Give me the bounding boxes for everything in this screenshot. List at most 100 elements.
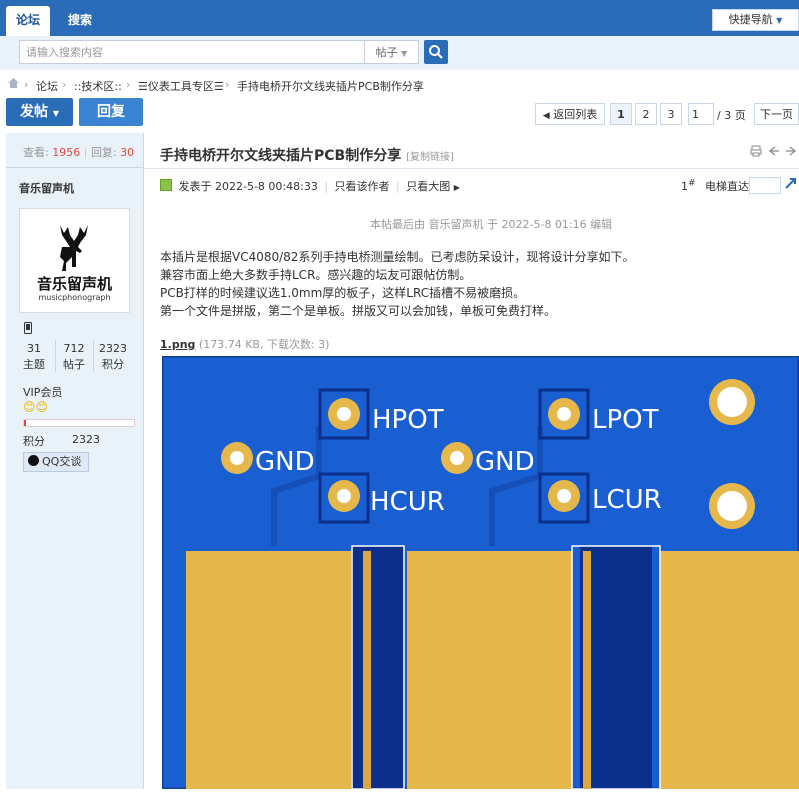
chevron-down-icon: ▼: [401, 49, 408, 58]
floor-jump: 1# 电梯直达: [681, 178, 749, 194]
breadcrumb-separator: ›: [225, 78, 230, 91]
penguin-icon: [28, 455, 39, 466]
breadcrumb-tech[interactable]: ::技术区::: [74, 78, 122, 94]
new-post-label: 发帖: [19, 104, 48, 120]
user-group[interactable]: VIP会员: [23, 384, 62, 400]
lcur-label: LCUR: [592, 485, 662, 515]
hcur-hole: [337, 489, 351, 503]
attachment-info: (173.74 KB, 下载次数: 3): [198, 338, 330, 351]
next-thread-icon[interactable]: [785, 145, 797, 160]
qq-chat-label: QQ交谈: [42, 455, 82, 468]
page-3-link[interactable]: 3: [660, 103, 682, 125]
breadcrumb-thread[interactable]: 手持电桥开尔文线夹插片PCB制作分享: [237, 78, 424, 94]
new-post-button[interactable]: 发帖 ▼: [6, 98, 73, 126]
mount-hole-2-center: [717, 491, 747, 521]
page-2-link[interactable]: 2: [635, 103, 657, 125]
page-1-link[interactable]: 1: [610, 103, 632, 125]
lpot-label: LPOT: [592, 405, 659, 435]
hcur-label: HCUR: [370, 487, 445, 517]
avatar[interactable]: 音乐留声机 musicphonograph: [19, 208, 130, 313]
quick-nav-label: 快捷导航: [728, 13, 773, 26]
pcb-image[interactable]: HPOT LPOT GND GND HCUR LCUR: [160, 354, 799, 791]
credits-label: 积分: [102, 358, 124, 371]
lpot-hole: [557, 407, 571, 421]
gold-pad-1: [186, 551, 351, 789]
chevron-down-icon: ▼: [52, 109, 60, 118]
replies-label: 回复:: [90, 146, 117, 159]
author-name[interactable]: 音乐留声机: [19, 180, 74, 196]
title-divider: [144, 168, 799, 169]
copy-link[interactable]: [复制链接]: [406, 152, 454, 163]
breadcrumb-separator: ›: [24, 78, 29, 91]
views-count: 1956: [52, 146, 81, 159]
hpot-label: HPOT: [372, 405, 444, 435]
mobile-icon: [24, 322, 32, 337]
gnd-hole-2: [450, 451, 464, 465]
back-to-list-button[interactable]: ◀ 返回列表: [535, 103, 605, 125]
page-jump-input[interactable]: 1: [688, 103, 714, 125]
page-total: / 3 页: [717, 109, 746, 122]
score-label: 积分: [23, 435, 45, 448]
views-label: 查看:: [23, 146, 49, 159]
attachment: 1.png (173.74 KB, 下载次数: 3): [160, 336, 329, 352]
chevron-left-icon: ◀: [542, 111, 550, 121]
chevron-down-icon: ▼: [776, 16, 783, 25]
search-icon: [429, 45, 443, 59]
breadcrumb-section-label: 仪表工具专区: [147, 80, 214, 93]
edit-note: 本帖最后由 音乐留声机 于 2022-5-8 01:16 编辑: [370, 218, 613, 231]
floor-mark: #: [688, 178, 696, 189]
logo-subtitle: musicphonograph: [38, 293, 111, 302]
topics-count[interactable]: 31: [14, 342, 54, 355]
post-line-2: 兼容市面上绝大多数手持LCR。感兴趣的坛友可跟帖仿制。: [160, 268, 472, 282]
home-icon[interactable]: [7, 77, 20, 92]
credits-count[interactable]: 2323: [93, 342, 133, 355]
only-big-images-link[interactable]: 只看大图: [406, 180, 450, 193]
search-scope-select[interactable]: 帖子 ▼: [365, 40, 419, 64]
search-scope-label: 帖子: [375, 46, 398, 59]
search-button[interactable]: [424, 40, 448, 64]
topics-label: 主题: [23, 358, 45, 371]
posts-count[interactable]: 712: [54, 342, 94, 355]
post-line-4: 第一个文件是拼版，第二个是单板。拼版又可以会加钱，单板可免费打样。: [160, 304, 557, 318]
floor-number: 1: [681, 180, 688, 193]
replies-count: 30: [120, 146, 135, 159]
floor-jump-input[interactable]: [749, 177, 781, 194]
only-author-link[interactable]: 只看该作者: [335, 180, 390, 193]
breadcrumb-separator: ›: [62, 78, 67, 91]
post-meta: 发表于 2022-5-8 00:48:33 | 只看该作者 | 只看大图 ▶: [160, 178, 460, 194]
breadcrumb-forum[interactable]: 论坛: [36, 78, 58, 94]
stats-divider: |: [83, 146, 88, 159]
mount-hole-1-center: [717, 387, 747, 417]
score-value: 2323: [72, 433, 100, 446]
gnd-label-2: GND: [475, 447, 535, 477]
slot-1: [352, 546, 404, 789]
prev-thread-icon[interactable]: [768, 145, 780, 160]
post-line-1: 本插片是根据VC4080/82系列手持电桥测量绘制。已考虑防呆设计，现将设计分享…: [160, 250, 635, 264]
breadcrumb-section[interactable]: ☰仪表工具专区☰: [138, 78, 224, 94]
credit-progress-fill: [24, 420, 26, 426]
meta-divider: |: [396, 180, 400, 193]
post-date: 发表于 2022-5-8 00:48:33: [178, 180, 318, 193]
lcur-hole: [557, 489, 571, 503]
reply-button[interactable]: 回复: [79, 98, 143, 126]
online-icon: [160, 179, 172, 191]
print-icon[interactable]: [750, 145, 762, 160]
next-page-button[interactable]: 下一页: [754, 103, 799, 125]
attachment-link[interactable]: 1.png: [160, 338, 195, 351]
credit-progress-bar: [23, 419, 135, 427]
back-to-list-label: 返回列表: [553, 108, 598, 121]
quick-nav-button[interactable]: 快捷导航 ▼: [712, 9, 799, 31]
tab-search[interactable]: 搜索: [58, 6, 102, 36]
gold-pad-3: [660, 551, 799, 789]
post-line-3: PCB打样的时候建议选1.0mm厚的板子，这样LRC插槽不易被磨损。: [160, 286, 526, 300]
search-input[interactable]: 请输入搜索内容: [19, 40, 365, 64]
hpot-hole: [337, 407, 351, 421]
page-title: 手持电桥开尔文线夹插片PCB制作分享 [复制链接]: [160, 145, 454, 165]
thread-stats: 查看: 1956 | 回复: 30: [6, 133, 143, 168]
chevron-right-icon: ▶: [453, 183, 460, 192]
go-arrow-icon[interactable]: [784, 176, 798, 193]
top-nav-bar: [0, 0, 799, 37]
qq-chat-button[interactable]: QQ交谈: [23, 452, 89, 472]
jump-label: 电梯直达: [705, 180, 750, 193]
tab-forum[interactable]: 论坛: [6, 6, 51, 36]
